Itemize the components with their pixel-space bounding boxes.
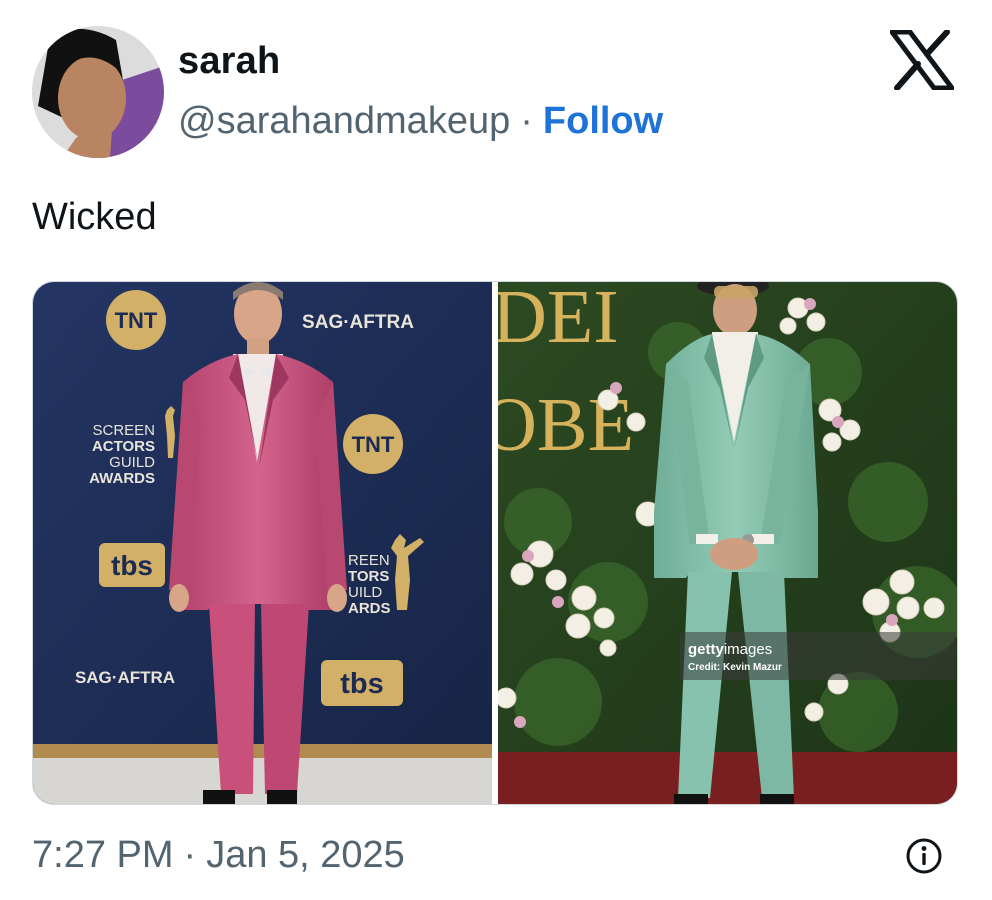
author-handle[interactable]: @sarahandmakeup (178, 100, 510, 142)
left-backdrop-text: TNT (115, 308, 158, 333)
getty-watermark-brand: gettyimages (688, 641, 772, 658)
left-backdrop-text: ACTORS (92, 438, 155, 455)
left-backdrop-text: UILD (348, 584, 382, 601)
tweet-date: Jan 5, 2025 (206, 834, 405, 876)
sag-awards-photo: TNT SAG·AFTRA SCREEN ACTORS GUILD AWARDS… (33, 282, 492, 804)
left-backdrop-text: SAG·AFTRA (75, 668, 175, 687)
media-photo-right[interactable]: DEI OBE (498, 282, 957, 804)
x-logo-icon[interactable] (890, 30, 954, 90)
timestamp-separator: · (183, 834, 197, 876)
left-backdrop-text: SAG·AFTRA (302, 312, 414, 333)
left-backdrop-text: ARDS (348, 600, 391, 617)
info-icon[interactable] (904, 836, 944, 876)
left-backdrop-text: tbs (111, 550, 153, 581)
avatar[interactable] (32, 26, 164, 158)
media-photo-left[interactable]: TNT SAG·AFTRA SCREEN ACTORS GUILD AWARDS… (33, 282, 492, 804)
tweet-media[interactable]: TNT SAG·AFTRA SCREEN ACTORS GUILD AWARDS… (32, 281, 958, 805)
left-backdrop-text: AWARDS (89, 470, 155, 487)
left-backdrop-text: TORS (348, 568, 389, 585)
author-name[interactable]: sarah (178, 40, 280, 83)
left-backdrop-text: TNT (352, 432, 395, 457)
getty-watermark-credit: Credit: Kevin Mazur (688, 662, 782, 673)
tweet-text: Wicked (32, 196, 157, 238)
golden-globes-photo: DEI OBE (498, 282, 957, 804)
left-backdrop-text: REEN (348, 552, 390, 569)
avatar-illustration (32, 26, 164, 158)
follow-button[interactable]: Follow (543, 100, 663, 142)
left-backdrop-text: GUILD (109, 454, 155, 471)
tweet-time: 7:27 PM (32, 834, 174, 876)
tweet-card: sarah @sarahandmakeup · Follow Wicked TN… (0, 0, 992, 900)
author-handle-row: @sarahandmakeup · Follow (178, 100, 663, 143)
left-backdrop-text: tbs (340, 668, 384, 700)
tweet-timestamp[interactable]: 7:27 PM · Jan 5, 2025 (32, 834, 405, 877)
left-backdrop-text: SCREEN (92, 422, 155, 439)
handle-separator: · (520, 100, 533, 142)
right-backdrop-text: DEI (498, 282, 619, 359)
